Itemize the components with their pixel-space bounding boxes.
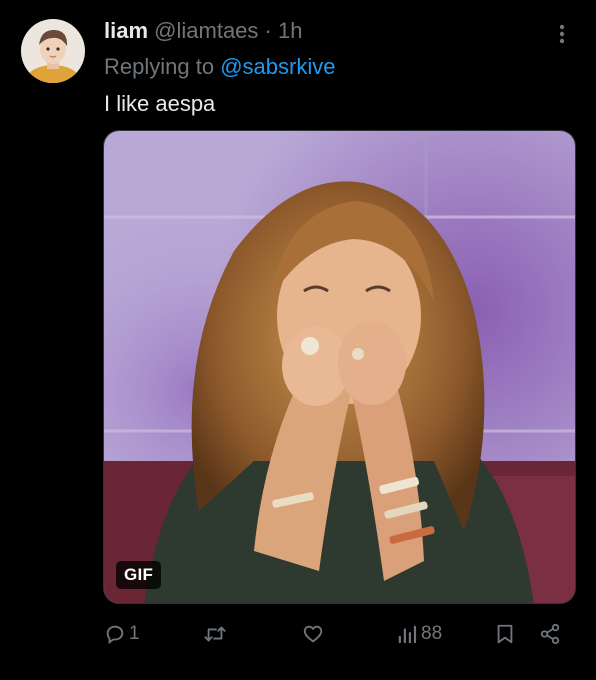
separator-dot: · — [264, 18, 272, 43]
tweet-text: I like aespa — [104, 91, 216, 116]
views-bar-chart-icon — [396, 623, 418, 645]
replying-prefix: Replying to — [104, 54, 215, 79]
share-button[interactable] — [539, 612, 561, 656]
share-icon — [539, 623, 561, 645]
tweet[interactable]: liam @liamtaes · 1h Replying to @sabsrki… — [0, 0, 596, 680]
bookmark-icon — [494, 623, 516, 645]
timestamp[interactable]: 1h — [278, 18, 302, 43]
reply-icon — [104, 623, 126, 645]
tweet-header: liam @liamtaes · 1h — [104, 16, 302, 46]
heart-icon — [302, 623, 324, 645]
gif-badge: GIF — [116, 561, 162, 589]
gif-media[interactable]: GIF — [103, 130, 576, 604]
views-button[interactable]: 88 — [396, 612, 442, 656]
reply-count: 1 — [129, 623, 140, 644]
bookmark-button[interactable] — [494, 612, 516, 656]
gif-image — [104, 131, 575, 603]
action-bar: 1 88 — [0, 612, 596, 656]
author-name[interactable]: liam — [104, 18, 148, 43]
reply-button[interactable]: 1 — [104, 612, 140, 656]
like-button[interactable] — [302, 612, 327, 656]
retweet-icon — [203, 623, 227, 645]
avatar[interactable] — [21, 19, 85, 83]
more-vertical-icon[interactable] — [552, 20, 572, 48]
author-handle[interactable]: @liamtaes — [154, 18, 258, 43]
replying-handle-link[interactable]: @sabsrkive — [220, 54, 335, 79]
views-count: 88 — [421, 623, 443, 644]
replying-to: Replying to @sabsrkive — [104, 52, 335, 82]
retweet-button[interactable] — [203, 612, 230, 656]
